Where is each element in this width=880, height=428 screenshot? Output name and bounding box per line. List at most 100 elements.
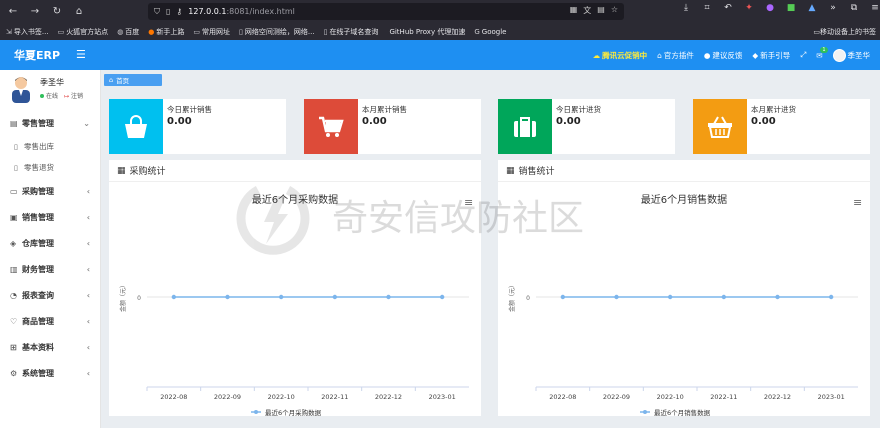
user-avatar (12, 77, 30, 103)
star-icon[interactable]: ☆ (611, 5, 618, 16)
reload-icon[interactable]: ↻ (48, 3, 66, 21)
puzzle-icon[interactable]: ⧉ (848, 3, 860, 13)
finance-icon: ▥ (10, 264, 18, 274)
extension-green-icon[interactable]: ■ (785, 3, 797, 13)
sidebar-toggle-icon[interactable]: ☰ (76, 48, 86, 61)
sidebar-item-retail[interactable]: ▤ 零售管理 ⌄ (0, 110, 100, 136)
extension-purple-icon[interactable]: ● (764, 3, 776, 13)
bookmark-item[interactable]: ● 新手上路 (148, 27, 184, 37)
app-logo[interactable]: 华夏ERP (14, 47, 60, 63)
browser-toolbar: ⤓ ⌗ ↶ ✦ ● ■ ▲ » ⧉ ≡ (680, 3, 880, 13)
legend-label[interactable]: 最近6个月采购数据 (265, 408, 322, 416)
sales-stats-panel: ▦ 销售统计 最近6个月销售数据 ≡ 0 金额（元） 2022-08 2022-09 2022… (498, 160, 870, 416)
sidebar-item-report[interactable]: ◔ 报表查询 ‹ (0, 282, 100, 308)
bookmarks-bar: ⇲ 导入书签... ▭ 火狐官方站点 ◍ 百度 ● 新手上路 ▭ 常用网址 ▯ 网络空间测绘… (0, 23, 880, 40)
extension-blue-icon[interactable]: ▲ (806, 3, 818, 13)
x-tick-label: 2022-08 (549, 393, 576, 401)
home-icon[interactable]: ⌂ (70, 3, 88, 21)
chevron-left-icon: ‹ (86, 212, 90, 222)
forward-icon[interactable]: → (26, 3, 44, 21)
data-point (614, 294, 619, 300)
fullscreen-button[interactable]: ⤢ (800, 50, 806, 60)
x-tick-label: 2023-01 (818, 393, 845, 401)
sidebar-item-basic-data[interactable]: ⊞ 基本资料 ‹ (0, 334, 100, 360)
browser-chrome: ← → ↻ ⌂ ⛉ ▯ ⚷ 127.0.0.1:8081/index.html … (0, 0, 880, 40)
user-menu[interactable]: 季圣华 (832, 48, 870, 62)
diamond-icon: ◆ (752, 50, 759, 60)
legend-label[interactable]: 最近6个月销售数据 (654, 408, 711, 416)
reader-icon[interactable]: ▤ (597, 5, 605, 16)
tab-home[interactable]: ⌂ 首页 (104, 74, 162, 86)
url-actions: ▦ 文 ▤ ☆ (570, 5, 618, 16)
qr-icon[interactable]: ▦ (570, 5, 578, 16)
user-panel: 季圣华 在线 ↦ 注销 (0, 70, 100, 110)
stat-card-today-purchase: 今日累计进货 0.00 (498, 99, 675, 154)
sidebar-item-system[interactable]: ⚙ 系统管理 ‹ (0, 360, 100, 386)
sidebar-item-finance[interactable]: ▥ 财务管理 ‹ (0, 256, 100, 282)
sidebar-item-sales[interactable]: ▣ 销售管理 ‹ (0, 204, 100, 230)
bookmark-item[interactable]: GitHub Proxy 代理加速 (387, 27, 465, 37)
chevron-down-icon: ⌄ (83, 118, 90, 128)
undo-icon[interactable]: ↶ (722, 3, 734, 13)
chart-menu-icon[interactable]: ≡ (853, 196, 862, 209)
stat-value: 0.00 (362, 116, 387, 127)
stat-card-month-sales: 本月累计销售 0.00 (304, 99, 481, 154)
menu-icon[interactable]: ≡ (869, 3, 880, 13)
chevron-left-icon: ‹ (86, 342, 90, 352)
translate-icon[interactable]: 文 (583, 5, 591, 16)
feedback-link[interactable]: ● 建议反馈 (704, 50, 743, 61)
folder-icon: ▭ (813, 28, 820, 36)
overflow-icon[interactable]: » (827, 3, 839, 13)
url-bar[interactable]: ⛉ ▯ ⚷ 127.0.0.1:8081/index.html ▦ 文 ▤ ☆ (148, 3, 624, 20)
sidebar-item-warehouse[interactable]: ◈ 仓库管理 ‹ (0, 230, 100, 256)
logout-icon: ↦ (64, 93, 70, 100)
download-icon[interactable]: ⤓ (680, 3, 692, 13)
extension-red-icon[interactable]: ✦ (743, 3, 755, 13)
guide-link[interactable]: ◆ 新手引导 (752, 50, 790, 61)
data-point (171, 294, 177, 300)
bookmark-item[interactable]: G Google (474, 28, 506, 36)
data-point (775, 294, 780, 300)
logout-link[interactable]: ↦ 注销 (64, 91, 83, 100)
firefox-icon: ● (148, 27, 155, 36)
chart-menu-icon[interactable]: ≡ (464, 196, 473, 209)
back-icon[interactable]: ← (4, 3, 22, 21)
mobile-bookmarks[interactable]: ▭移动设备上的书签 (813, 27, 876, 37)
x-tick-label: 2023-01 (429, 393, 456, 401)
stat-label: 本月累计进货 (751, 105, 796, 114)
bookmark-item[interactable]: ◍ 百度 (117, 27, 139, 37)
page-icon: ▯ (14, 163, 18, 172)
bookmark-item[interactable]: ▭ 常用网址 (193, 27, 230, 37)
grid-icon: ▦ (117, 165, 126, 176)
data-point (278, 294, 284, 300)
sidebar-subitem-retail-return[interactable]: ▯ 零售退货 (0, 157, 100, 178)
key-icon: ⚷ (176, 7, 183, 16)
bookmark-item[interactable]: ▯ 在线子域名查询 (324, 27, 379, 37)
data-point (828, 294, 834, 300)
promo-link[interactable]: ☁ 腾讯云促销中 (593, 50, 648, 61)
chevron-left-icon: ‹ (86, 186, 90, 196)
sidebar-subitem-retail-out[interactable]: ▯ 零售出库 (0, 136, 100, 157)
crop-icon[interactable]: ⌗ (701, 3, 713, 13)
import-icon: ⇲ (6, 27, 12, 36)
folder-icon: ▭ (57, 27, 65, 36)
legend-marker (254, 410, 258, 414)
sidebar-item-product[interactable]: ♡ 商品管理 ‹ (0, 308, 100, 334)
bookmark-item[interactable]: ▯ 网络空间测绘，网络... (239, 27, 315, 37)
panel-header: ▦ 采购统计 (109, 160, 481, 182)
shopping-bag-icon (109, 99, 163, 154)
google-icon: G (474, 27, 480, 36)
panel-header: ▦ 销售统计 (498, 160, 870, 182)
y-axis-label: 金额（元） (508, 282, 516, 312)
bookmark-item[interactable]: ⇲ 导入书签... (6, 27, 49, 37)
chevron-left-icon: ‹ (86, 290, 90, 300)
official-plugin-link[interactable]: ⌂ 官方插件 (657, 50, 694, 61)
mail-button[interactable]: ✉ 1 (816, 46, 828, 60)
sidebar-item-purchase[interactable]: ▭ 采购管理 ‹ (0, 178, 100, 204)
x-tick-label: 2022-09 (603, 393, 630, 401)
data-point (225, 294, 230, 300)
data-point (667, 294, 673, 300)
cloud-icon: ☁ (592, 50, 601, 60)
page-icon: ▯ (239, 27, 243, 36)
bookmark-item[interactable]: ▭ 火狐官方站点 (58, 27, 109, 37)
